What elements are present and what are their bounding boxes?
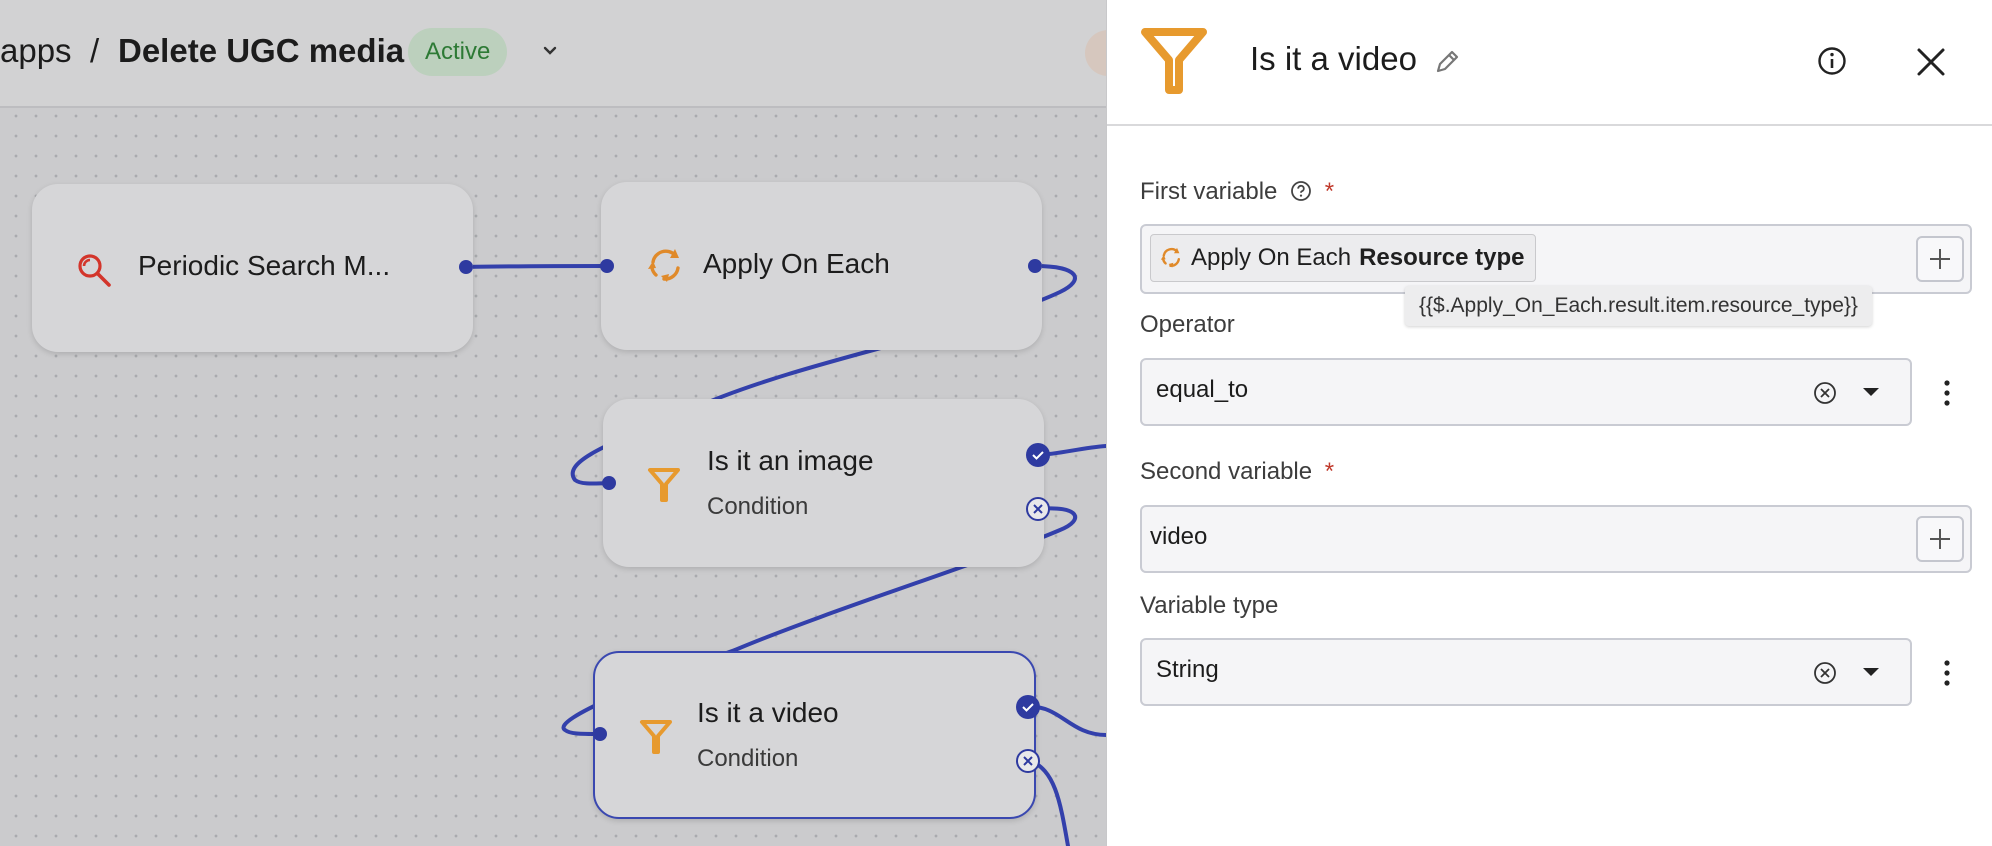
info-icon[interactable] <box>1817 46 1847 76</box>
page-title: Delete UGC media <box>118 32 405 69</box>
more-options-icon[interactable] <box>1941 658 1953 688</box>
filter-funnel-icon <box>648 468 680 502</box>
chevron-down-icon[interactable] <box>538 38 562 62</box>
clear-circle-x-icon[interactable] <box>1812 660 1838 686</box>
false-port-x-icon[interactable] <box>1026 497 1050 521</box>
node-apply-on-each[interactable]: Apply On Each <box>601 182 1042 350</box>
plus-icon <box>1930 529 1950 549</box>
loop-arrows-icon <box>648 249 680 282</box>
operator-label: Operator <box>1140 311 1235 338</box>
true-port-check-icon[interactable] <box>1016 695 1040 719</box>
node-subtitle: Condition <box>697 745 799 772</box>
first-variable-label-text: First variable <box>1140 178 1278 205</box>
input-port[interactable] <box>602 476 616 490</box>
operator-value: equal_to <box>1156 376 1249 403</box>
true-port-check-icon[interactable] <box>1026 443 1050 467</box>
workflow-header: apps / Delete UGC media Active <box>0 0 1106 108</box>
plus-icon <box>1930 249 1950 269</box>
false-port-x-icon[interactable] <box>1016 749 1040 773</box>
node-subtitle: Condition <box>707 493 809 520</box>
input-port[interactable] <box>593 727 607 741</box>
more-options-icon[interactable] <box>1941 378 1953 408</box>
required-marker: * <box>1324 178 1335 205</box>
clear-circle-x-icon[interactable] <box>1812 380 1838 406</box>
workflow-canvas[interactable]: Periodic Search M... Apply On Each Is it… <box>0 0 1106 846</box>
condition-config-panel: Is it a video First variable * Apply On … <box>1106 0 1992 846</box>
variable-type-value: String <box>1156 656 1219 683</box>
node-title: Is it a video <box>697 697 839 728</box>
variable-type-label: Variable type <box>1140 592 1279 619</box>
panel-title: Is it a video <box>1250 40 1417 77</box>
output-port[interactable] <box>1028 259 1042 273</box>
node-is-it-a-video[interactable]: Is it a video Condition <box>593 651 1036 819</box>
node-is-it-an-image[interactable]: Is it an image Condition <box>603 399 1044 567</box>
chip-field: Resource type <box>1359 244 1525 271</box>
pencil-edit-icon[interactable] <box>1433 48 1461 76</box>
variable-chip[interactable]: Apply On Each Resource type <box>1150 234 1536 282</box>
panel-header: Is it a video <box>1107 0 1992 126</box>
node-periodic-search[interactable]: Periodic Search M... <box>32 184 473 352</box>
first-variable-input[interactable]: Apply On Each Resource type <box>1140 224 1972 294</box>
node-title: Is it an image <box>707 445 874 476</box>
header-action-button[interactable] <box>1085 30 1106 76</box>
breadcrumb-separator: / <box>90 32 100 69</box>
close-icon[interactable] <box>1915 46 1947 78</box>
filter-funnel-icon <box>1141 28 1207 94</box>
second-variable-value: video <box>1150 523 1208 550</box>
status-badge: Active <box>408 28 508 76</box>
input-port[interactable] <box>600 259 614 273</box>
second-variable-input[interactable]: video <box>1140 505 1972 573</box>
node-title: Periodic Search M... <box>138 250 391 281</box>
add-variable-button[interactable] <box>1916 516 1964 562</box>
first-variable-label: First variable * <box>1140 178 1334 206</box>
second-variable-label: Second variable * <box>1140 458 1334 486</box>
add-variable-button[interactable] <box>1916 236 1964 282</box>
chip-source: Apply On Each <box>1191 244 1352 271</box>
output-port[interactable] <box>459 260 473 274</box>
variable-path-tooltip: {{$.Apply_On_Each.result.item.resource_t… <box>1405 286 1872 326</box>
help-circle-icon[interactable] <box>1290 180 1312 202</box>
breadcrumb-parent-link[interactable]: apps <box>0 32 72 70</box>
dropdown-caret-icon[interactable] <box>1860 384 1882 400</box>
node-title: Apply On Each <box>703 248 890 279</box>
operator-select[interactable]: equal_to <box>1140 358 1912 426</box>
magnify-search-icon <box>78 254 111 287</box>
required-marker: * <box>1324 458 1335 485</box>
second-variable-label-text: Second variable <box>1140 458 1313 485</box>
filter-funnel-icon <box>640 720 672 754</box>
loop-arrows-icon <box>1160 247 1180 268</box>
variable-type-select[interactable]: String <box>1140 638 1912 706</box>
dropdown-caret-icon[interactable] <box>1860 664 1882 680</box>
